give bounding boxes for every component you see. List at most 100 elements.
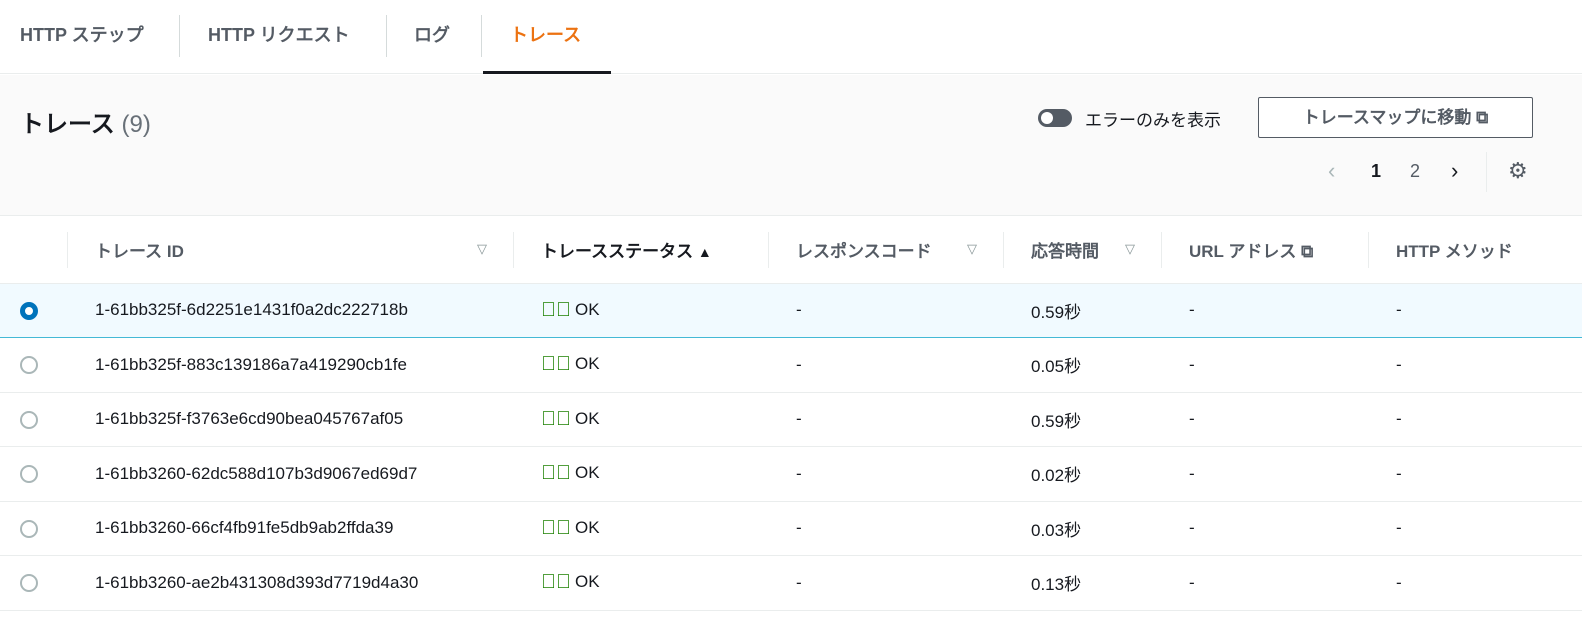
- http-method: -: [1368, 282, 1582, 338]
- url: -: [1161, 282, 1368, 338]
- url: -: [1161, 392, 1368, 447]
- trace-status: ✓⃝ OK: [513, 501, 768, 556]
- trace-status: ✓⃝ OK: [513, 282, 768, 338]
- sort-ascending-icon: ▲: [697, 243, 712, 260]
- url: -: [1161, 501, 1368, 556]
- trace-status: ✓⃝ OK: [513, 446, 768, 502]
- external-link-icon: ⧉: [1476, 108, 1489, 127]
- status-text: OK: [575, 299, 600, 319]
- url: -: [1161, 446, 1368, 502]
- http-method: -: [1368, 337, 1582, 393]
- errors-only-label: エラーのみを表示: [1085, 111, 1221, 130]
- trace-status: ✓⃝ OK: [513, 337, 768, 393]
- column-label: レスポンスコード: [796, 241, 932, 261]
- column-label: トレースステータス: [541, 241, 694, 261]
- title-text: トレース: [20, 111, 115, 138]
- check-circle-icon: ✓⃝: [541, 353, 571, 376]
- check-circle-icon: ✓⃝: [541, 462, 571, 485]
- external-link-icon: ⧉: [1301, 241, 1314, 261]
- response-code: -: [768, 501, 1003, 556]
- table-row[interactable]: 1-61bb325f-f3763e6cd90bea045767af05 ✓⃝ OK…: [0, 392, 1582, 447]
- sort-icon: ▽: [967, 241, 977, 256]
- prev-page-icon[interactable]: ‹: [1328, 158, 1335, 184]
- row-select[interactable]: [0, 501, 67, 556]
- table-row[interactable]: 1-61bb3260-62dc588d107b3d9067ed69d7 ✓⃝ OK…: [0, 446, 1582, 502]
- radio-button[interactable]: [20, 410, 38, 429]
- settings-gear-icon[interactable]: ⚙: [1508, 158, 1528, 184]
- http-method: -: [1368, 555, 1582, 611]
- divider: [1486, 152, 1487, 192]
- response-time: 0.03秒: [1003, 501, 1161, 556]
- page-2[interactable]: 2: [1410, 161, 1420, 182]
- check-circle-icon: ✓⃝: [541, 407, 571, 430]
- trace-id[interactable]: 1-61bb325f-f3763e6cd90bea045767af05: [67, 392, 513, 447]
- tab-http-requests[interactable]: HTTP リクエスト: [208, 0, 350, 74]
- response-time: 0.13秒: [1003, 555, 1161, 611]
- status-text: OK: [575, 572, 600, 592]
- response-code: -: [768, 446, 1003, 502]
- sort-icon: ▽: [477, 241, 487, 256]
- trace-id[interactable]: 1-61bb3260-62dc588d107b3d9067ed69d7: [67, 446, 513, 502]
- column-label: HTTP メソッド: [1396, 241, 1513, 261]
- next-page-icon[interactable]: ›: [1451, 158, 1458, 184]
- table-row[interactable]: 1-61bb325f-883c139186a7a419290cb1fe ✓⃝ OK…: [0, 337, 1582, 393]
- column-response-code[interactable]: レスポンスコード ▽: [768, 216, 1003, 284]
- radio-button[interactable]: [20, 519, 38, 538]
- trace-count: (9): [121, 111, 151, 138]
- table-row[interactable]: 1-61bb3260-ae2b431308d393d7719d4a30 ✓⃝ OK…: [0, 555, 1582, 611]
- url: -: [1161, 337, 1368, 393]
- tab-logs[interactable]: ログ: [414, 0, 450, 74]
- status-text: OK: [575, 354, 600, 374]
- page-1[interactable]: 1: [1371, 161, 1381, 182]
- status-text: OK: [575, 408, 600, 428]
- tab-divider: [481, 15, 482, 57]
- go-to-trace-map-button[interactable]: トレースマップに移動 ⧉: [1258, 97, 1533, 138]
- button-label: トレースマップに移動: [1302, 108, 1472, 127]
- status-text: OK: [575, 463, 600, 483]
- column-response-time[interactable]: 応答時間 ▽: [1003, 216, 1161, 284]
- tab-traces[interactable]: トレース: [483, 0, 611, 74]
- sort-icon: ▽: [1125, 241, 1135, 256]
- http-method: -: [1368, 446, 1582, 502]
- tab-bar: HTTP ステップ HTTP リクエスト ログ トレース: [0, 0, 1582, 74]
- radio-button[interactable]: [20, 465, 38, 484]
- trace-id[interactable]: 1-61bb325f-883c139186a7a419290cb1fe: [67, 337, 513, 393]
- errors-only-toggle[interactable]: [1038, 109, 1072, 127]
- trace-status: ✓⃝ OK: [513, 555, 768, 611]
- traces-table: トレース ID ▽ トレースステータス ▲ レスポンスコード ▽ 応答時間 ▽ URL…: [0, 216, 1582, 611]
- table-row[interactable]: 1-61bb325f-6d2251e1431f0a2dc222718b ✓⃝ OK…: [0, 282, 1582, 338]
- column-trace-status[interactable]: トレースステータス ▲: [513, 216, 768, 284]
- response-time: 0.59秒: [1003, 282, 1161, 338]
- trace-id[interactable]: 1-61bb325f-6d2251e1431f0a2dc222718b: [67, 282, 513, 338]
- row-select[interactable]: [0, 446, 67, 502]
- column-trace-id[interactable]: トレース ID ▽: [67, 216, 513, 284]
- column-http-method[interactable]: HTTP メソッド: [1368, 216, 1582, 284]
- trace-id[interactable]: 1-61bb3260-ae2b431308d393d7719d4a30: [67, 555, 513, 611]
- check-circle-icon: ✓⃝: [541, 571, 571, 594]
- page-title: トレース (9): [20, 104, 151, 139]
- url: -: [1161, 555, 1368, 611]
- column-label: URL アドレス: [1189, 241, 1297, 261]
- radio-button[interactable]: [20, 574, 38, 593]
- radio-button[interactable]: [20, 301, 38, 320]
- tab-divider: [386, 15, 387, 57]
- column-url[interactable]: URL アドレス ⧉: [1161, 216, 1368, 284]
- row-select[interactable]: [0, 555, 67, 611]
- row-select[interactable]: [0, 282, 67, 338]
- row-select[interactable]: [0, 337, 67, 393]
- check-circle-icon: ✓⃝: [541, 516, 571, 539]
- row-select[interactable]: [0, 392, 67, 447]
- response-code: -: [768, 337, 1003, 393]
- column-label: トレース ID: [95, 241, 184, 261]
- trace-id[interactable]: 1-61bb3260-66cf4fb91fe5db9ab2ffda39: [67, 501, 513, 556]
- tab-http-steps[interactable]: HTTP ステップ: [20, 0, 144, 74]
- radio-button[interactable]: [20, 356, 38, 375]
- response-time: 0.02秒: [1003, 446, 1161, 502]
- status-text: OK: [575, 517, 600, 537]
- table-row[interactable]: 1-61bb3260-66cf4fb91fe5db9ab2ffda39 ✓⃝ OK…: [0, 501, 1582, 556]
- select-column-header: [0, 216, 67, 284]
- response-code: -: [768, 555, 1003, 611]
- http-method: -: [1368, 392, 1582, 447]
- tab-divider: [179, 15, 180, 57]
- trace-status: ✓⃝ OK: [513, 392, 768, 447]
